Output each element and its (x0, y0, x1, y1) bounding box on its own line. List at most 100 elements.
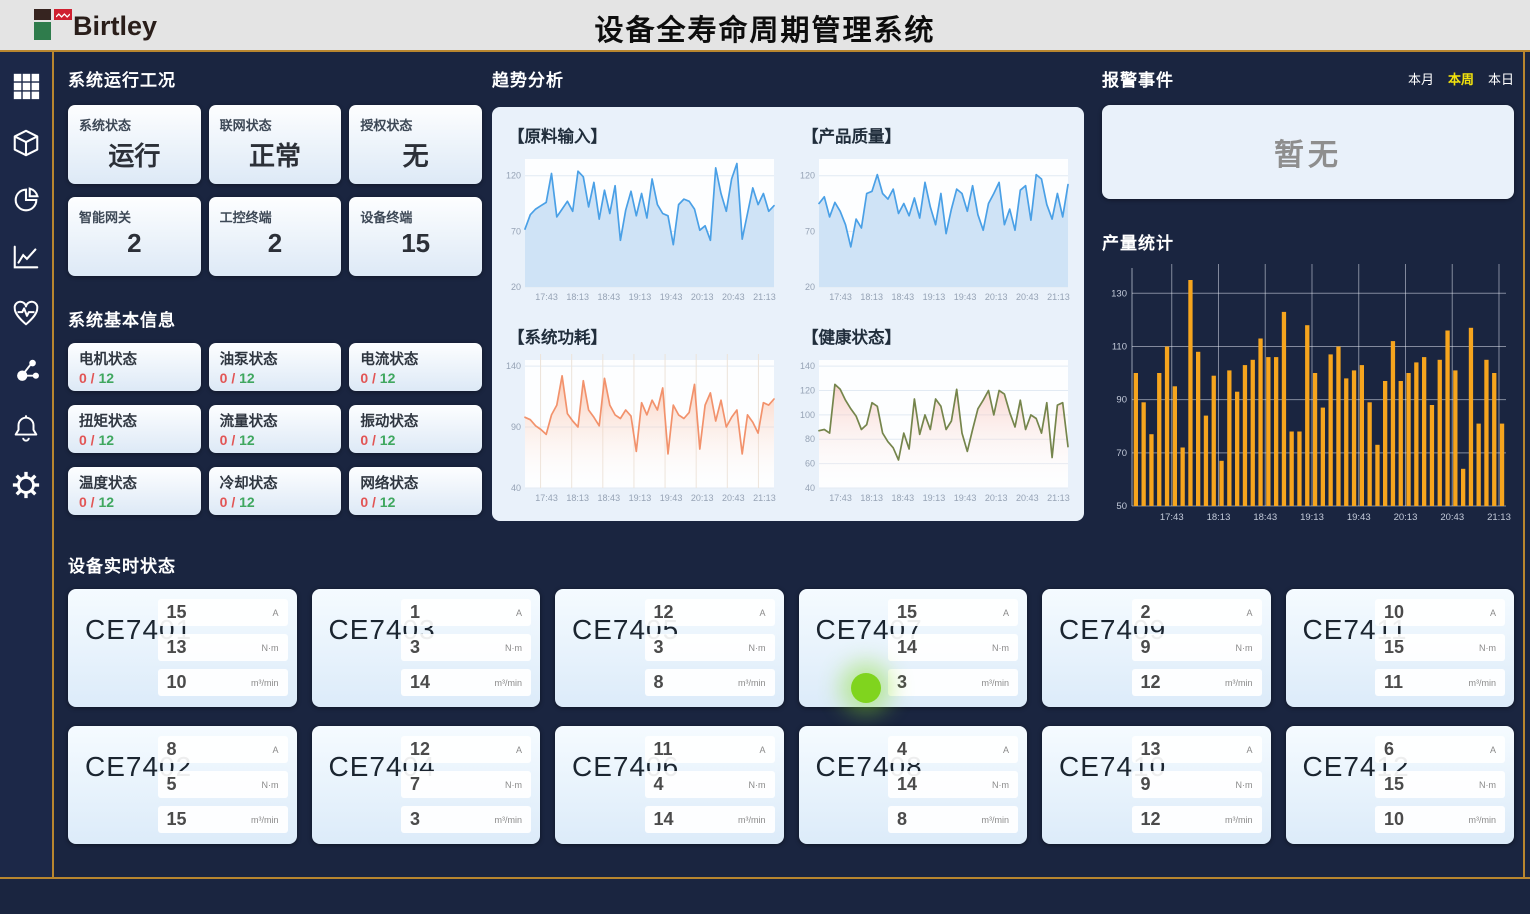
production-section-title: 产量统计 (1102, 229, 1514, 254)
equipment-card[interactable]: CE7401 15 A 13 N·m 10 m³/min (68, 589, 297, 707)
metric-value: 15 (1384, 774, 1404, 795)
metric-value: 9 (1141, 637, 1151, 658)
metric-unit: N·m (749, 780, 766, 790)
main-content: 系统运行工况 系统状态 运行联网状态 正常授权状态 无智能网关 2工控终端 2设… (56, 52, 1530, 877)
equipment-metric-row: 13 N·m (158, 634, 288, 661)
svg-text:19:13: 19:13 (923, 493, 946, 503)
apps-icon[interactable] (10, 70, 42, 102)
divider-right (1523, 52, 1525, 877)
svg-text:20:13: 20:13 (691, 292, 714, 302)
equipment-card[interactable]: CE7406 11 A 4 N·m 14 m³/min (555, 726, 784, 844)
ops-card-label: 授权状态 (360, 115, 471, 134)
metric-unit: A (516, 745, 522, 755)
equipment-card[interactable]: CE7405 12 A 3 N·m 8 m³/min (555, 589, 784, 707)
trend-chart-icon[interactable] (10, 241, 42, 273)
info-status-card: 冷却状态 0 / 12 (209, 467, 342, 515)
equipment-card[interactable]: CE7410 13 A 9 N·m 12 m³/min (1042, 726, 1271, 844)
equipment-card[interactable]: CE7404 12 A 7 N·m 3 m³/min (312, 726, 541, 844)
topology-icon[interactable] (10, 355, 42, 387)
ops-card-value: 15 (360, 228, 471, 259)
pie-chart-icon[interactable] (10, 184, 42, 216)
tab-today[interactable]: 本日 (1488, 69, 1514, 88)
metric-value: 8 (897, 809, 907, 830)
trend-section-title: 趋势分析 (492, 66, 1092, 91)
equipment-metrics: 12 A 7 N·m 3 m³/min (401, 736, 531, 841)
equipment-card[interactable]: CE7411 10 A 15 N·m 11 m³/min (1286, 589, 1515, 707)
ops-card-label: 联网状态 (220, 115, 331, 134)
equipment-metric-row: 4 N·m (645, 771, 775, 798)
svg-text:140: 140 (506, 361, 521, 371)
equipment-card[interactable]: CE7407 15 A 14 N·m 3 m³/min (799, 589, 1028, 707)
brand-logo-marks (34, 5, 72, 45)
equipment-card[interactable]: CE7402 8 A 5 N·m 15 m³/min (68, 726, 297, 844)
info-card-count: 0 / 12 (360, 494, 471, 510)
ops-card-grid: 系统状态 运行联网状态 正常授权状态 无智能网关 2工控终端 2设备终端 15 (68, 105, 482, 276)
equipment-metric-row: 14 N·m (888, 771, 1018, 798)
svg-text:100: 100 (800, 410, 815, 420)
svg-text:17:43: 17:43 (535, 493, 558, 503)
alarm-section-title: 报警事件 (1102, 66, 1174, 91)
tab-this-month[interactable]: 本月 (1408, 69, 1434, 88)
equipment-metrics: 10 A 15 N·m 11 m³/min (1375, 599, 1505, 704)
svg-text:80: 80 (805, 434, 815, 444)
equipment-card[interactable]: CE7408 4 A 14 N·m 8 m³/min (799, 726, 1028, 844)
metric-unit: A (1003, 745, 1009, 755)
svg-text:20:13: 20:13 (1394, 512, 1418, 523)
metric-unit: N·m (505, 780, 522, 790)
equipment-metrics: 2 A 9 N·m 12 m³/min (1132, 599, 1262, 704)
metric-value: 15 (897, 602, 917, 623)
info-card-count: 0 / 12 (79, 494, 190, 510)
raw-input-chart: 120702017:4318:1318:4319:1319:4320:1320:… (498, 147, 782, 307)
logo-green-square (34, 22, 51, 40)
info-status-card: 振动状态 0 / 12 (349, 405, 482, 453)
svg-text:120: 120 (506, 171, 521, 181)
metric-unit: N·m (992, 780, 1009, 790)
tab-this-week[interactable]: 本周 (1448, 69, 1474, 88)
metric-value: 11 (654, 739, 673, 760)
alarm-bell-icon[interactable] (10, 412, 42, 444)
metric-value: 11 (1384, 672, 1403, 693)
ops-card-value: 2 (220, 228, 331, 259)
metric-value: 10 (167, 672, 187, 693)
alarm-period-tabs: 本月 本周 本日 (1408, 69, 1514, 88)
chart-title-health: 【健康状态】 (802, 324, 1078, 348)
svg-text:19:43: 19:43 (954, 292, 977, 302)
svg-text:17:43: 17:43 (829, 292, 852, 302)
ops-section-title: 系统运行工况 (68, 66, 482, 91)
equipment-metric-row: 14 m³/min (401, 669, 531, 696)
svg-text:20: 20 (511, 282, 521, 292)
product-quality-chart: 120702017:4318:1318:4319:1319:4320:1320:… (792, 147, 1076, 307)
metric-value: 5 (167, 774, 177, 795)
equipment-metric-row: 7 N·m (401, 771, 531, 798)
metric-unit: m³/min (982, 815, 1010, 825)
info-card-label: 油泵状态 (220, 348, 331, 369)
metric-unit: m³/min (495, 678, 523, 688)
metric-value: 9 (1141, 774, 1151, 795)
metric-value: 12 (1141, 809, 1161, 830)
chart-title-product-quality: 【产品质量】 (802, 123, 1078, 147)
equipment-metric-row: 14 N·m (888, 634, 1018, 661)
ops-card-value: 2 (79, 228, 190, 259)
equipment-section: 设备实时状态 CE7401 15 A 13 N·m 10 m³/min CE74… (68, 552, 1514, 844)
svg-text:19:13: 19:13 (629, 493, 652, 503)
equipment-metric-row: 10 m³/min (1375, 806, 1505, 833)
equipment-card[interactable]: CE7403 1 A 3 N·m 14 m³/min (312, 589, 541, 707)
trend-panel: 【原料输入】 120702017:4318:1318:4319:1319:432… (492, 107, 1084, 521)
metric-value: 14 (897, 774, 917, 795)
equipment-card[interactable]: CE7412 6 A 15 N·m 10 m³/min (1286, 726, 1515, 844)
equipment-card[interactable]: CE7409 2 A 9 N·m 12 m³/min (1042, 589, 1271, 707)
equipment-metrics: 1 A 3 N·m 14 m³/min (401, 599, 531, 704)
model-cube-icon[interactable] (10, 127, 42, 159)
settings-gear-icon[interactable] (10, 469, 42, 501)
health-monitor-icon[interactable] (10, 298, 42, 330)
svg-text:20:43: 20:43 (1440, 512, 1464, 523)
info-status-card: 油泵状态 0 / 12 (209, 343, 342, 391)
equipment-metric-row: 12 m³/min (1132, 806, 1262, 833)
metric-unit: m³/min (738, 815, 766, 825)
equipment-metric-row: 12 A (645, 599, 775, 626)
svg-text:19:43: 19:43 (1347, 512, 1371, 523)
info-card-count: 0 / 12 (220, 432, 331, 448)
metric-value: 15 (167, 809, 187, 830)
svg-text:19:43: 19:43 (954, 493, 977, 503)
ops-status-card: 系统状态 运行 (68, 105, 201, 184)
